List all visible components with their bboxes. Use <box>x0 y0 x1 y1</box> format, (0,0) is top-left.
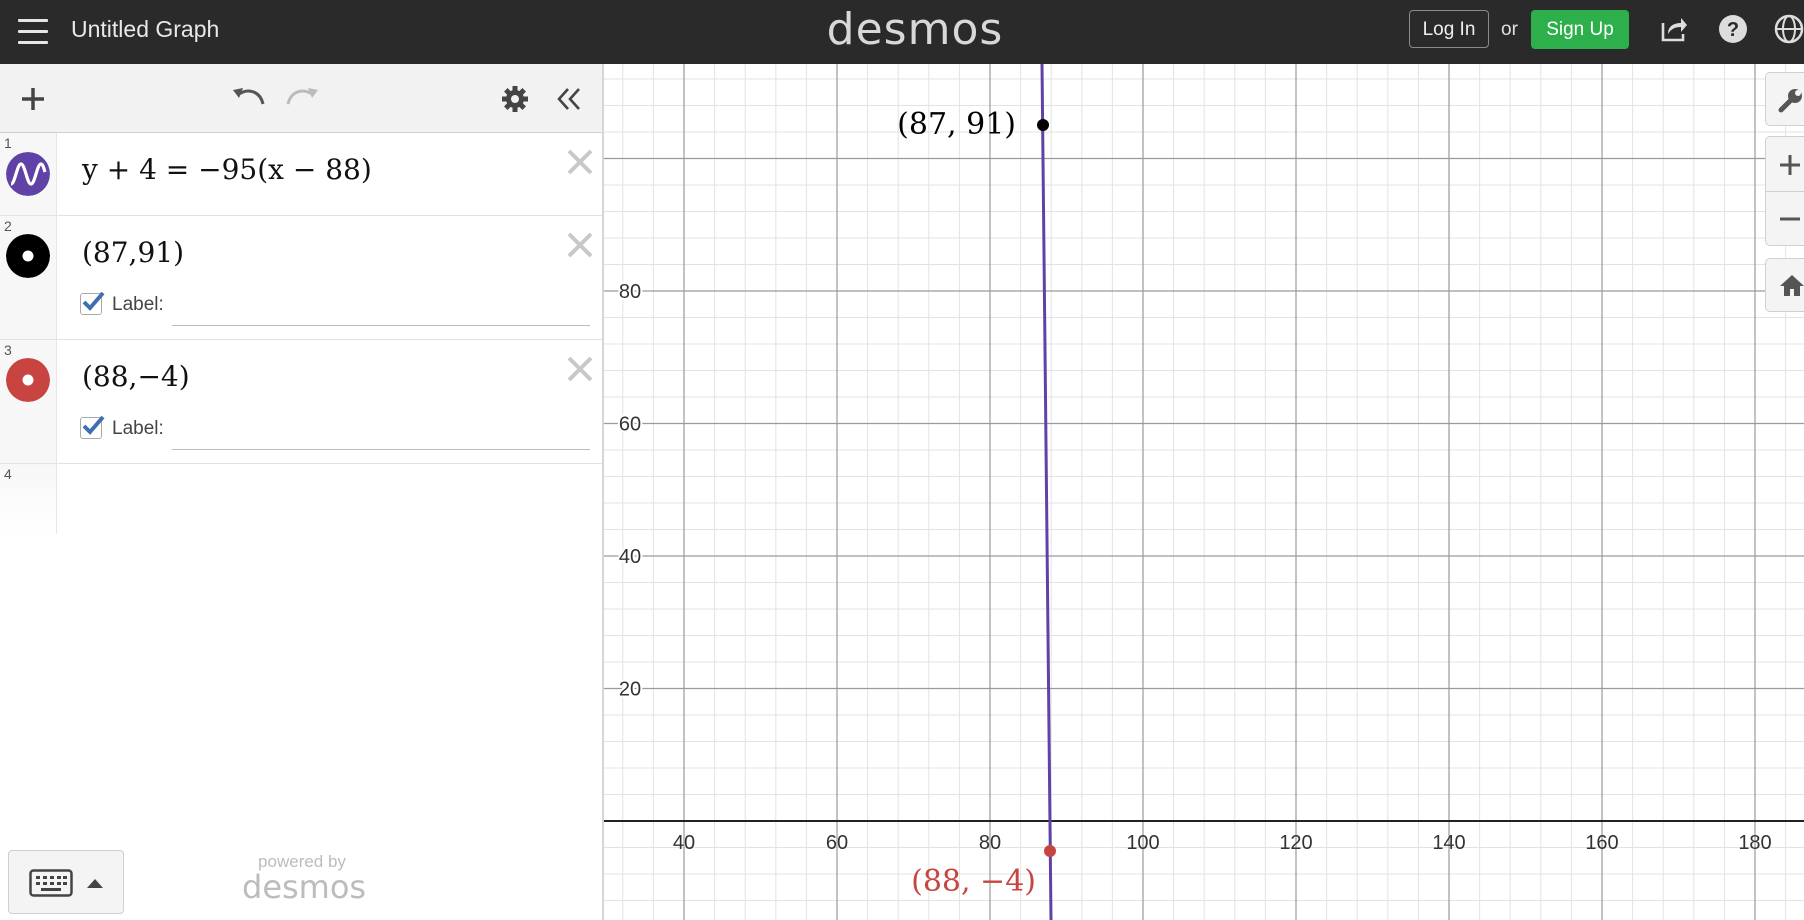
x-tick-label: 140 <box>1432 832 1465 854</box>
x-tick-label: 80 <box>979 832 1001 854</box>
powered-by-desmos: powered by desmos <box>242 852 367 906</box>
graph-canvas[interactable]: 40 60 80 100 120 140 160 180 80604020 (87, 91) … <box>604 64 1804 920</box>
globe-icon[interactable] <box>1774 14 1804 44</box>
keyboard-toggle-button[interactable] <box>8 850 124 914</box>
expression-row-4[interactable]: 4 <box>0 464 602 534</box>
delete-x-icon[interactable] <box>565 354 595 384</box>
y-tick-label: 40 <box>619 546 641 568</box>
label-text: Label: <box>112 418 164 439</box>
collapse-panel-icon[interactable] <box>556 86 582 112</box>
expression-panel: 1 y + 4 = −95(x − 88) 2 (87,91) Label: 3… <box>0 64 604 920</box>
redo-icon[interactable] <box>285 84 321 112</box>
caret-up-icon <box>87 879 103 888</box>
x-axis-tick-labels: 40 60 80 100 120 140 160 180 <box>673 832 1772 854</box>
expression-point[interactable]: (88,−4) <box>82 360 190 393</box>
graph-wave-icon[interactable] <box>6 152 50 196</box>
zoom-controls <box>1765 136 1804 246</box>
label-checkbox[interactable] <box>80 415 105 439</box>
expression-row-3[interactable]: 3 (88,−4) Label: <box>0 340 602 464</box>
home-icon <box>1780 275 1804 296</box>
row-number: 2 <box>4 218 12 234</box>
point-label-87-91: (87, 91) <box>897 107 1016 142</box>
point-88-neg4[interactable] <box>1044 845 1056 857</box>
help-icon[interactable]: ? <box>1718 14 1748 44</box>
menu-icon[interactable] <box>18 19 48 45</box>
zoom-in-icon[interactable] <box>1778 153 1802 177</box>
row-number: 3 <box>4 342 12 358</box>
checkmark-icon <box>82 291 105 311</box>
point-label-88-neg4: (88, −4) <box>911 864 1036 899</box>
wrench-icon <box>1778 89 1802 113</box>
x-tick-label: 160 <box>1585 832 1618 854</box>
expression-latex[interactable]: y + 4 = −95(x − 88) <box>82 153 372 186</box>
settings-gear-icon[interactable] <box>501 85 529 113</box>
signup-button[interactable]: Sign Up <box>1531 10 1629 49</box>
x-tick-label: 60 <box>826 832 848 854</box>
row-gutter: 2 <box>0 216 57 339</box>
graphed-line[interactable] <box>1040 64 1053 920</box>
graph-settings-button[interactable] <box>1765 72 1804 126</box>
login-button[interactable]: Log In <box>1409 10 1489 48</box>
x-tick-label: 120 <box>1279 832 1312 854</box>
row-gutter: 3 <box>0 340 57 463</box>
graph-title[interactable]: Untitled Graph <box>71 16 219 43</box>
expression-toolbar <box>0 64 602 133</box>
point-icon[interactable] <box>6 234 50 278</box>
expression-row-1[interactable]: 1 y + 4 = −95(x − 88) <box>0 133 602 216</box>
x-tick-label: 40 <box>673 832 695 854</box>
graph-paper[interactable]: 40 60 80 100 120 140 160 180 80 60 40 20 (87, 91) … <box>604 64 1804 920</box>
or-text: or <box>1501 19 1518 40</box>
row-gutter: 1 <box>0 133 57 215</box>
y-tick-label: 20 <box>619 679 641 701</box>
point-87-91[interactable] <box>1037 119 1049 131</box>
y-tick-label: 60 <box>619 414 641 436</box>
default-viewport-button[interactable] <box>1765 258 1804 312</box>
label-checkbox[interactable] <box>80 291 105 315</box>
delete-x-icon[interactable] <box>565 147 595 177</box>
row-number: 1 <box>4 135 12 151</box>
x-tick-label: 180 <box>1738 832 1771 854</box>
svg-text:?: ? <box>1727 19 1739 41</box>
row-number: 4 <box>4 466 12 482</box>
point-icon[interactable] <box>6 358 50 402</box>
desmos-logo: desmos <box>826 4 1004 55</box>
expression-point[interactable]: (87,91) <box>82 236 184 269</box>
row-gutter: 4 <box>0 464 57 534</box>
y-tick-label: 80 <box>619 281 641 303</box>
expression-row-2[interactable]: 2 (87,91) Label: <box>0 216 602 340</box>
footer-logo: desmos <box>242 868 367 906</box>
undo-icon[interactable] <box>230 84 266 112</box>
add-item-icon[interactable] <box>20 86 46 112</box>
share-icon[interactable] <box>1659 14 1689 44</box>
label-input[interactable] <box>172 449 590 450</box>
x-tick-label: 100 <box>1126 832 1159 854</box>
label-text: Label: <box>112 294 164 315</box>
label-input[interactable] <box>172 325 590 326</box>
delete-x-icon[interactable] <box>565 230 595 260</box>
checkmark-icon <box>82 415 105 435</box>
minor-grid <box>604 64 1804 920</box>
zoom-out-icon[interactable] <box>1778 207 1802 231</box>
keyboard-icon <box>29 869 73 897</box>
top-bar: Untitled Graph desmos Log In or Sign Up … <box>0 0 1804 64</box>
